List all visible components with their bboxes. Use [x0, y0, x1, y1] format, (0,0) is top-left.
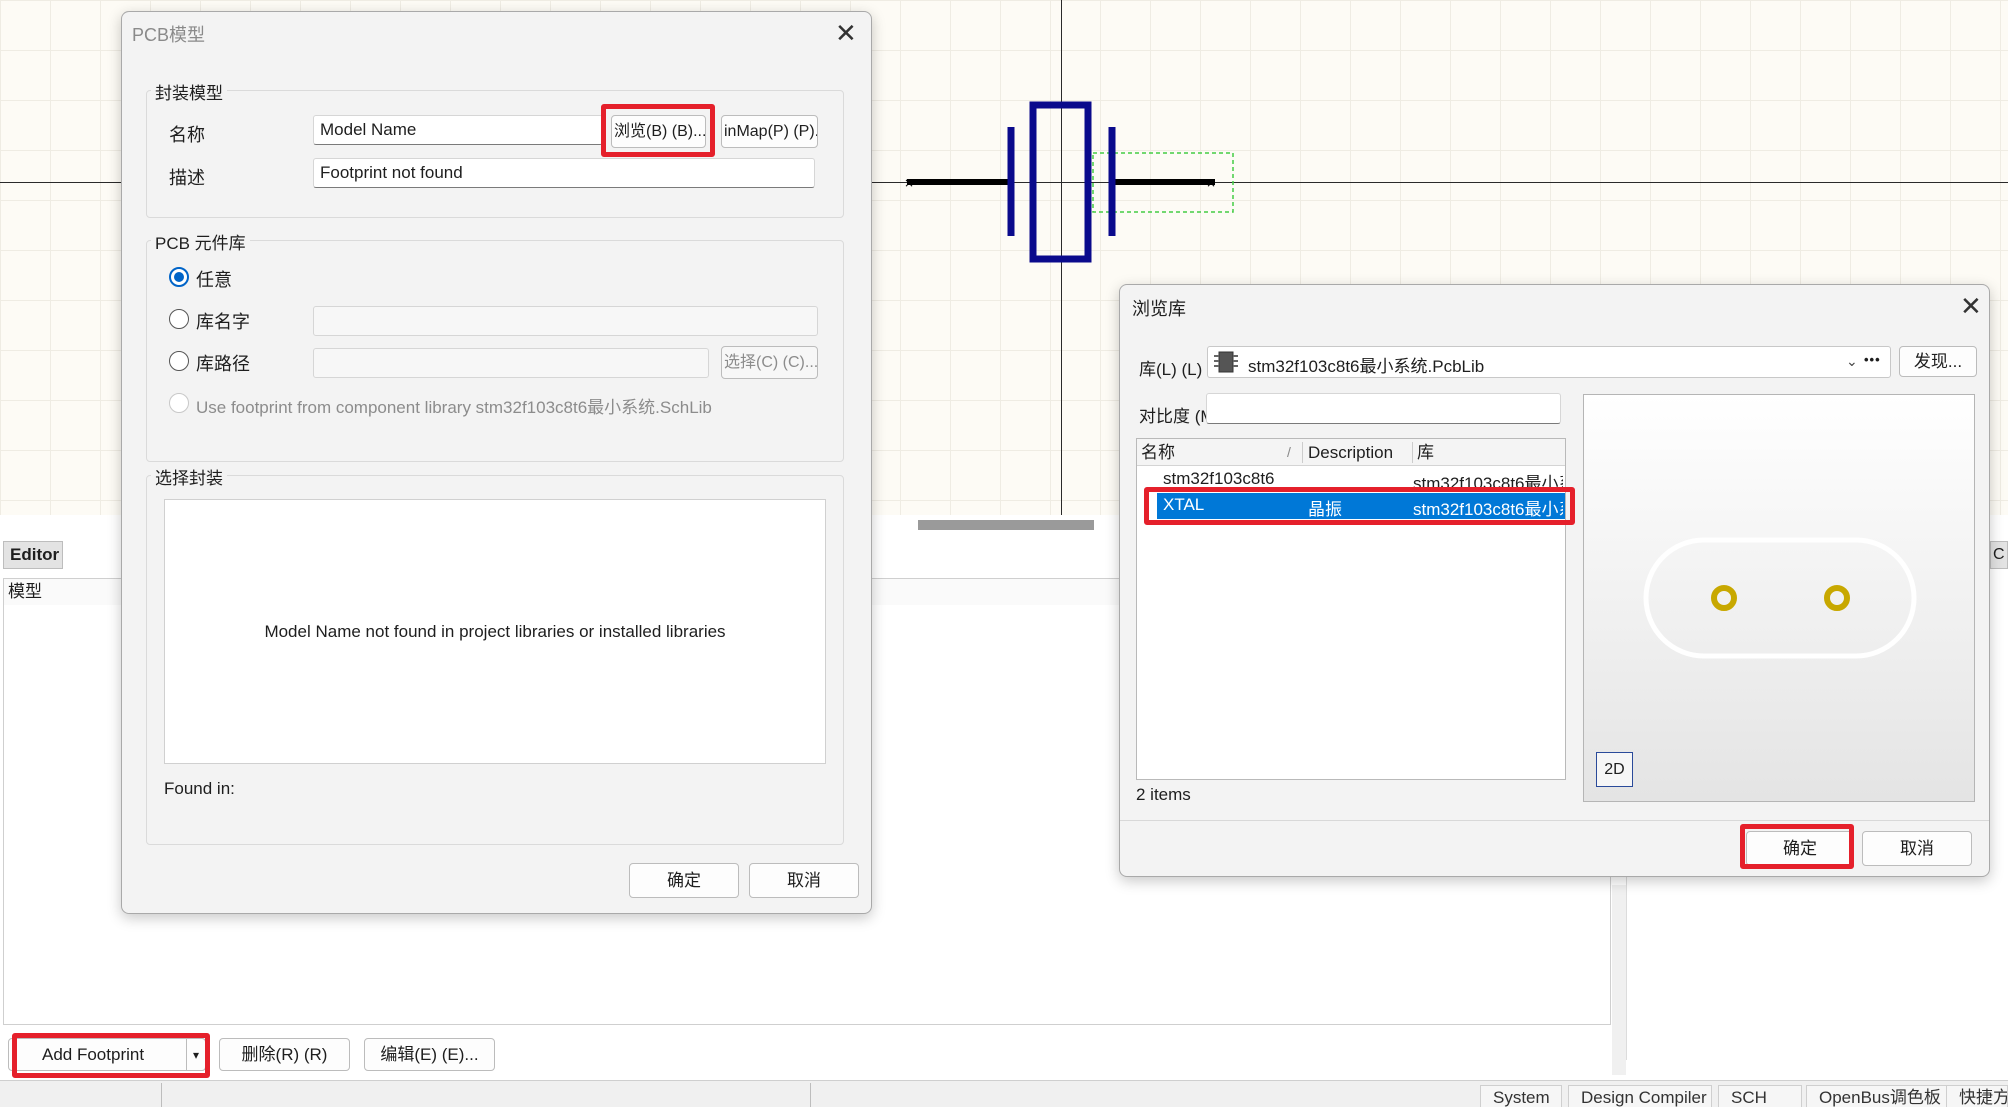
editor-tab[interactable]: Editor: [3, 541, 63, 569]
status-bar: System Design Compiler SCH OpenBus调色板 快捷…: [0, 1080, 2008, 1107]
footprint-3d-preview[interactable]: 2D: [1583, 394, 1975, 802]
library-value: stm32f103c8t6最小系统.PcbLib: [1248, 357, 1485, 376]
radio-any[interactable]: [169, 267, 189, 287]
column-divider: [1302, 442, 1303, 463]
canvas-scrollbar[interactable]: [918, 520, 1094, 530]
status-divider: [810, 1083, 811, 1107]
pin-end-right: ×: [1206, 176, 1216, 190]
library-dropdown[interactable]: stm32f103c8t6最小系统.PcbLib ⌄ •••: [1207, 346, 1891, 378]
status-tab-shortcuts[interactable]: 快捷方: [1946, 1085, 2008, 1107]
description-label: 描述: [169, 168, 205, 188]
footprint-model-group: 封装模型: [146, 79, 844, 218]
library-path-field[interactable]: [313, 348, 709, 378]
library-label: 库(L) (L): [1139, 360, 1203, 379]
group-title: PCB 元件库: [151, 229, 250, 254]
radio-component-library[interactable]: [169, 393, 189, 413]
radio-component-library-label: Use footprint from component library stm…: [196, 398, 712, 417]
dialog-title: 浏览库: [1132, 299, 1186, 319]
footer-divider: [1120, 820, 1989, 821]
status-tab-sch[interactable]: SCH: [1718, 1085, 1802, 1107]
browse-library-dialog: 浏览库 ✕ 库(L) (L) stm32f103c8t6最小系统.PcbLib …: [1119, 284, 1990, 877]
chip-library-icon: [1214, 351, 1238, 373]
more-dots-icon[interactable]: •••: [1864, 352, 1881, 367]
found-in-label: Found in:: [164, 779, 235, 798]
column-header-description[interactable]: Description: [1308, 439, 1393, 466]
delete-button[interactable]: 删除(R) (R): [219, 1038, 350, 1071]
radio-any-label: 任意: [196, 270, 232, 290]
radio-library-path[interactable]: [169, 351, 189, 371]
mask-field[interactable]: [1206, 393, 1561, 424]
status-tab-design-compiler[interactable]: Design Compiler: [1568, 1085, 1712, 1107]
group-title: 封装模型: [151, 79, 227, 104]
highlight-xtal-row: [1144, 487, 1575, 525]
close-icon[interactable]: ✕: [835, 20, 857, 46]
pcb-model-dialog: PCB模型 ✕ 封装模型 名称 Model Name 浏览(B) (B)... …: [121, 11, 872, 914]
highlight-browse-ok: [1740, 824, 1854, 869]
pin-map-button[interactable]: inMap(P) (P)...: [721, 115, 818, 148]
cancel-button[interactable]: 取消: [749, 863, 859, 898]
item-count: 2 items: [1136, 785, 1191, 804]
column-divider: [1412, 442, 1413, 463]
edit-button[interactable]: 编辑(E) (E)...: [364, 1038, 495, 1071]
status-tab-system[interactable]: System: [1480, 1085, 1562, 1107]
cancel-button[interactable]: 取消: [1862, 831, 1972, 866]
model-name-field[interactable]: Model Name: [313, 115, 603, 145]
radio-library-name[interactable]: [169, 309, 189, 329]
right-side-panel: [1626, 870, 2008, 1060]
library-name-field[interactable]: [313, 306, 818, 336]
radio-library-name-label: 库名字: [196, 312, 250, 332]
close-icon[interactable]: ✕: [1960, 293, 1982, 319]
crystal-body: [1029, 101, 1092, 263]
select-path-button[interactable]: 选择(C) (C)...: [721, 346, 818, 379]
panel-divider: [1612, 885, 1626, 1075]
column-header-name[interactable]: 名称: [1141, 439, 1175, 466]
name-label: 名称: [169, 125, 205, 145]
view-2d-toggle[interactable]: 2D: [1596, 752, 1633, 787]
ok-button[interactable]: 确定: [629, 863, 739, 898]
group-title: 选择封装: [151, 464, 227, 489]
find-button[interactable]: 发现...: [1899, 346, 1977, 377]
footprint-preview: Model Name not found in project librarie…: [164, 499, 826, 764]
column-header-library[interactable]: 库: [1417, 439, 1434, 466]
footprint-graphic: [1643, 537, 1917, 659]
sort-indicator-icon: /: [1287, 444, 1291, 460]
highlight-add-footprint: [12, 1033, 210, 1078]
dialog-title: PCB模型: [132, 25, 206, 45]
description-field[interactable]: Footprint not found: [313, 158, 815, 188]
status-tab-openbus[interactable]: OpenBus调色板: [1806, 1085, 1954, 1107]
not-found-message: Model Name not found in project librarie…: [264, 622, 726, 641]
status-divider: [161, 1083, 162, 1107]
grid-header: 名称 / Description 库: [1137, 439, 1565, 466]
row-name: stm32f103c8t6: [1163, 469, 1275, 488]
pin-end-left: ×: [904, 176, 914, 190]
chevron-down-icon[interactable]: ⌄: [1846, 353, 1858, 370]
highlight-browse-button: [601, 104, 715, 157]
radio-library-path-label: 库路径: [196, 354, 250, 374]
mask-label: 对比度 (M: [1139, 407, 1215, 426]
right-panel-tab[interactable]: C: [1990, 541, 2008, 569]
